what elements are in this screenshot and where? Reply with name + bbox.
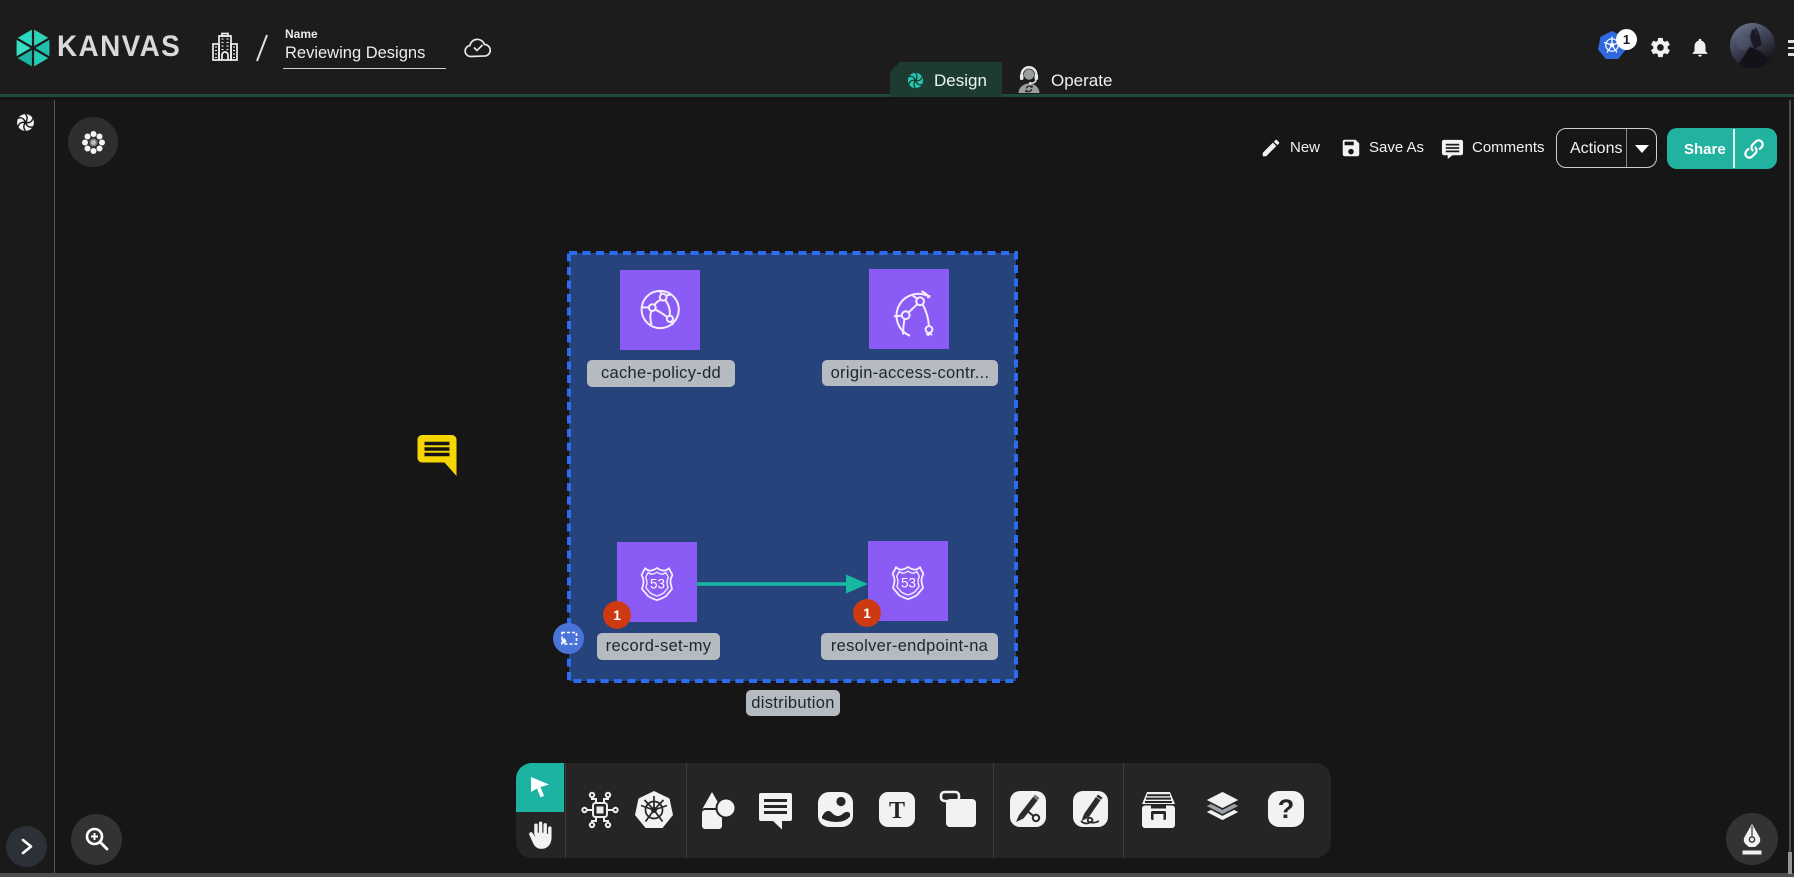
svg-text:53: 53	[901, 575, 916, 590]
svg-text:?: ?	[1278, 794, 1295, 824]
svg-text:53: 53	[650, 576, 665, 591]
svg-text:T: T	[889, 798, 905, 824]
